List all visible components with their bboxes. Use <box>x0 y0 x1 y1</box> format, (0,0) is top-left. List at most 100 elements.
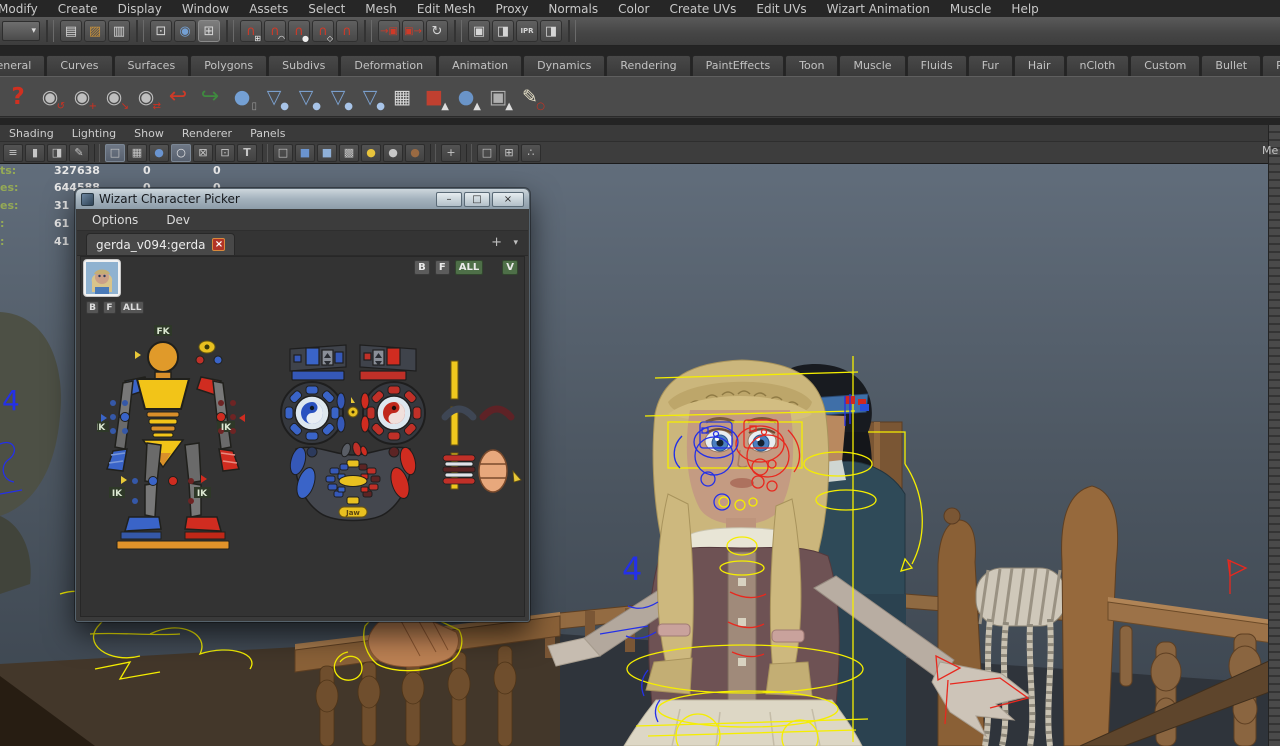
shelf-tab-animation[interactable]: Animation <box>438 55 522 76</box>
snap-grid-icon[interactable]: ∩⊞ <box>240 20 262 42</box>
render-settings-icon[interactable]: ◨ <box>540 20 562 42</box>
input-connections-icon[interactable]: →▣ <box>378 20 400 42</box>
panel-menu-icon[interactable]: ≡ <box>3 144 23 162</box>
menu-wizart-animation[interactable]: Wizart Animation <box>817 2 940 16</box>
character-tab[interactable]: gerda_v094:gerda × <box>86 233 235 255</box>
smooth-shaded-icon[interactable]: ○ <box>171 144 191 162</box>
select-hierarchy-icon[interactable]: ⊡ <box>150 20 172 42</box>
camera-pan-icon[interactable]: ◉⇄ <box>130 80 162 114</box>
side-picker-canvas[interactable] <box>427 351 533 509</box>
camera-rotate-icon[interactable]: ◉↺ <box>34 80 66 114</box>
menu-mesh[interactable]: Mesh <box>355 2 407 16</box>
window-titlebar[interactable]: Wizart Character Picker – □ × <box>76 189 529 209</box>
default-light-icon[interactable]: ● <box>383 144 403 162</box>
menu-edit-uvs[interactable]: Edit UVs <box>746 2 816 16</box>
shaded-icon[interactable]: ● <box>149 144 169 162</box>
menu-modify[interactable]: Modify <box>0 2 48 16</box>
ik-label-leg-right[interactable]: IK <box>197 489 208 499</box>
menu-create-uvs[interactable]: Create UVs <box>659 2 746 16</box>
panel-menu-render[interactable]: Renderer <box>173 127 241 140</box>
ik-label-left[interactable]: IK <box>97 423 106 433</box>
lights-icon[interactable]: ● <box>361 144 381 162</box>
shelf-tab-fluids[interactable]: Fluids <box>907 55 967 76</box>
shelf-tab-deformation[interactable]: Deformation <box>340 55 437 76</box>
menu-display[interactable]: Display <box>108 2 172 16</box>
textured-light-icon[interactable]: ● <box>405 144 425 162</box>
panel-menu-panels[interactable]: Panels <box>241 127 294 140</box>
shelf-tab-rigging[interactable]: Rigging <box>1262 55 1280 76</box>
maximize-button[interactable]: □ <box>464 192 490 207</box>
shelf-tab-ncloth[interactable]: nCloth <box>1066 55 1130 76</box>
node-editor-icon[interactable]: ▦ <box>386 80 418 114</box>
filter-all-button[interactable]: ALL <box>455 260 483 275</box>
menu-color[interactable]: Color <box>608 2 659 16</box>
jaw-label[interactable]: Jaw <box>345 509 360 517</box>
new-scene-icon[interactable]: ▤ <box>60 20 82 42</box>
bookmark-icon[interactable]: ▮ <box>25 144 45 162</box>
menu-edit-mesh[interactable]: Edit Mesh <box>407 2 486 16</box>
filter-v-button[interactable]: V <box>502 260 518 275</box>
tab-menu-chevron-icon[interactable]: ▾ <box>513 238 518 248</box>
filter-f-button[interactable]: F <box>435 260 450 275</box>
add-tab-button[interactable]: + <box>491 235 502 250</box>
fk-label[interactable]: FK <box>156 327 170 337</box>
shelf-tab-bullet[interactable]: Bullet <box>1201 55 1261 76</box>
camera-attributes-icon[interactable]: ◨ <box>47 144 67 162</box>
minimize-button[interactable]: – <box>436 192 462 207</box>
ik-label-right[interactable]: IK <box>221 423 232 433</box>
render-view-icon[interactable]: ▣ <box>468 20 490 42</box>
menu-select[interactable]: Select <box>298 2 355 16</box>
select-sphere-icon[interactable]: ●▲ <box>450 80 482 114</box>
menu-create[interactable]: Create <box>48 2 108 16</box>
scene-cube-icon[interactable]: □ <box>477 144 497 162</box>
snap-surface-icon[interactable]: ∩ <box>336 20 358 42</box>
wire-cube-icon[interactable]: □ <box>273 144 293 162</box>
help-icon[interactable]: ? <box>2 80 34 114</box>
shelf-tab-surfaces[interactable]: Surfaces <box>114 55 190 76</box>
shelf-tab-subdivs[interactable]: Subdivs <box>268 55 339 76</box>
gate-mask-icon[interactable]: ⊠ <box>193 144 213 162</box>
menu-dev[interactable]: Dev <box>166 213 190 227</box>
checker-icon[interactable]: ▩ <box>339 144 359 162</box>
menu-normals[interactable]: Normals <box>538 2 608 16</box>
thumb-b-button[interactable]: B <box>86 301 99 314</box>
shelf-tab-hair[interactable]: Hair <box>1014 55 1065 76</box>
menu-muscle[interactable]: Muscle <box>940 2 1002 16</box>
body-picker-canvas[interactable]: FK IK IK IK IK <box>97 321 249 559</box>
film-gate-icon[interactable]: ▦ <box>127 144 147 162</box>
output-connections-icon[interactable]: ▣→ <box>402 20 424 42</box>
panel-menu-shading[interactable]: Shading <box>0 127 63 140</box>
tab-close-icon[interactable]: × <box>212 238 225 251</box>
menu-window[interactable]: Window <box>172 2 239 16</box>
highlight-selection-icon[interactable]: + <box>441 144 461 162</box>
undo-view-icon[interactable]: ↩ <box>162 80 194 114</box>
save-scene-icon[interactable]: ▥ <box>108 20 130 42</box>
select-component-icon[interactable]: ⊞ <box>198 20 220 42</box>
thumb-f-button[interactable]: F <box>103 301 116 314</box>
shelf-tab-fur[interactable]: Fur <box>968 55 1013 76</box>
select-object-icon[interactable]: ◉ <box>174 20 196 42</box>
menu-options[interactable]: Options <box>92 213 138 227</box>
particle-fill-icon-4[interactable]: ▽● <box>354 80 386 114</box>
thumb-all-button[interactable]: ALL <box>120 301 144 314</box>
face-picker-canvas[interactable]: Jaw <box>272 331 434 533</box>
close-button[interactable]: × <box>492 192 524 207</box>
picker-canvas[interactable]: B F ALL V B F ALL <box>80 256 525 617</box>
camera-track-icon[interactable]: ◉+ <box>66 80 98 114</box>
camera-dolly-icon[interactable]: ◉↘ <box>98 80 130 114</box>
redo-view-icon[interactable]: ↪ <box>194 80 226 114</box>
select-group-icon[interactable]: ▣▲ <box>482 80 514 114</box>
render-current-frame-icon[interactable]: ◨ <box>492 20 514 42</box>
wireframe-icon[interactable]: □ <box>105 144 125 162</box>
resolution-gate-icon[interactable]: ⊡ <box>215 144 235 162</box>
particle-fill-icon-3[interactable]: ▽● <box>322 80 354 114</box>
shelf-tab-curves[interactable]: Curves <box>46 55 112 76</box>
particle-fill-icon-1[interactable]: ▽● <box>258 80 290 114</box>
ipr-render-icon[interactable]: IPR <box>516 20 538 42</box>
filter-b-button[interactable]: B <box>414 260 430 275</box>
paint-select-icon[interactable]: ✎○ <box>514 80 546 114</box>
texture-icon[interactable]: T <box>237 144 257 162</box>
grease-pencil-icon[interactable]: ✎ <box>69 144 89 162</box>
shelf-tab-rendering[interactable]: Rendering <box>606 55 690 76</box>
selection-mask-dropdown[interactable]: ▾ <box>2 21 40 41</box>
